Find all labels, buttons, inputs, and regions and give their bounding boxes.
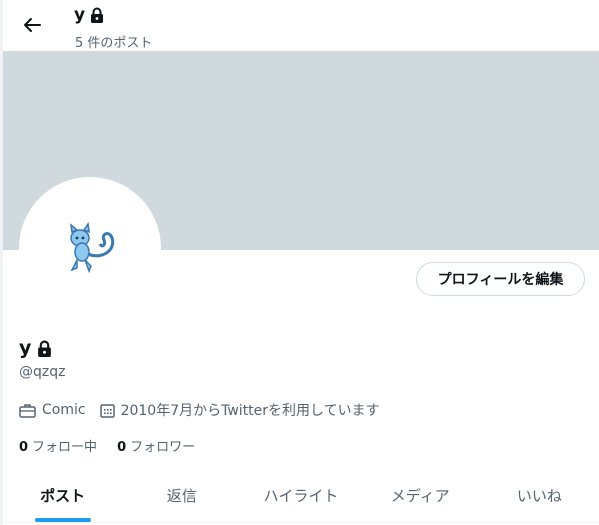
tab-label: いいね [516,486,562,505]
joined-item: 2010年7月からTwitterを利用しています [99,400,380,420]
tab-replies[interactable]: 返信 [122,468,241,522]
followers-link[interactable]: 0 フォロワー [117,436,195,455]
following-label: フォロー中 [32,440,98,455]
display-name: y [19,337,32,359]
avatar-image [69,221,115,274]
following-count: 0 [19,440,29,455]
post-count: 5 件のポスト [75,36,153,51]
tab-label: メディア [390,486,450,505]
joined-text: 2010年7月からTwitterを利用しています [120,403,380,419]
tab-likes[interactable]: いいね [480,468,599,522]
top-bar: y 5 件のポスト [3,0,599,51]
back-button[interactable] [15,8,49,42]
briefcase-icon [19,403,36,418]
tab-label: ハイライト [263,486,339,505]
tab-label: ポスト [40,486,86,505]
active-tab-indicator [34,518,91,522]
lock-icon [38,340,52,357]
tab-posts[interactable]: ポスト [3,468,122,522]
profile-handle: @qzqz [19,364,66,380]
avatar[interactable] [19,177,161,319]
profile-meta: Comic 2010年7月からTwitterを利用しています [19,400,380,420]
followers-count: 0 [117,440,127,455]
profile-name: y [19,337,52,359]
calendar-icon [99,403,115,418]
follow-stats: 0 フォロー中 0 フォロワー [19,436,195,455]
tab-media[interactable]: メディア [361,468,480,522]
arrow-left-icon [24,18,41,32]
followers-label: フォロワー [130,440,196,455]
category-text: Comic [42,402,86,418]
following-link[interactable]: 0 フォロー中 [19,436,97,455]
category-item: Comic [19,402,86,418]
tab-highlights[interactable]: ハイライト [241,468,360,522]
tab-label: 返信 [166,486,197,505]
header-name: y [74,5,86,25]
profile-tabs: ポスト 返信 ハイライト メディア いいね [3,468,599,523]
header-title: y [74,5,104,25]
lock-icon [91,7,104,23]
edit-profile-button[interactable]: プロフィールを編集 [416,262,585,296]
